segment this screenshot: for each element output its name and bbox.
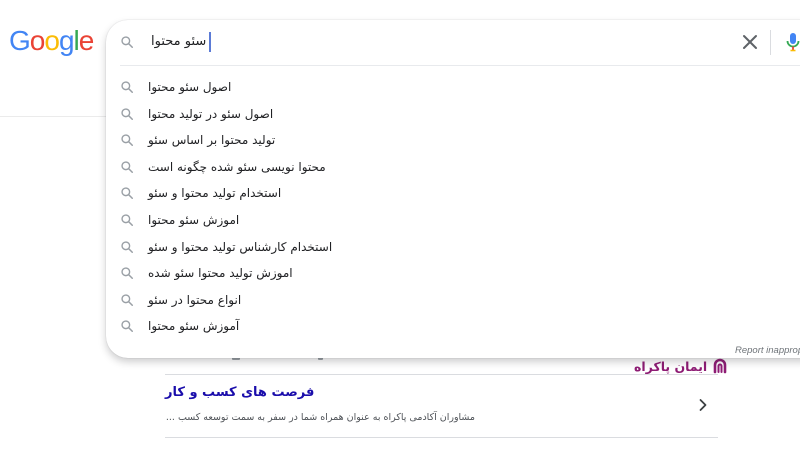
suggestion-text: استخدام کارشناس تولید محتوا و سئو <box>148 239 333 254</box>
suggestion-text: آموزش سئو محتوا <box>148 319 240 334</box>
logo-letter: g <box>58 25 75 56</box>
search-icon <box>121 36 134 49</box>
search-icon <box>121 134 134 147</box>
suggestion-text: استخدام تولید محتوا و سئو <box>148 186 282 201</box>
result-divider <box>165 437 718 438</box>
logo-letter: e <box>78 25 95 56</box>
search-autocomplete-panel: سئو محتوا اصول سئو محتوا اصول سئو در تول… <box>106 20 800 358</box>
suggestion-item[interactable]: محتوا نویسی سئو شده چگونه است <box>106 154 800 181</box>
brand-mark-icon <box>713 358 727 374</box>
search-icon <box>121 320 134 333</box>
search-icon <box>121 267 134 280</box>
search-input[interactable]: سئو محتوا <box>151 32 212 52</box>
suggestion-text: انواع محتوا در سئو <box>148 292 242 307</box>
suggestion-text: اموزش سئو محتوا <box>148 212 240 227</box>
close-icon[interactable] <box>742 34 758 50</box>
google-logo[interactable]: Google <box>9 25 95 56</box>
suggestion-item[interactable]: استخدام تولید محتوا و سئو <box>106 180 800 207</box>
suggestion-item[interactable]: آموزش سئو محتوا <box>106 313 800 340</box>
report-predictions-link[interactable]: Report inappropriate predictions <box>735 345 800 356</box>
result-source-brand[interactable]: ایمان پاکراه <box>634 357 729 375</box>
search-icon <box>121 161 134 173</box>
result-divider <box>165 374 718 375</box>
search-input-row[interactable]: سئو محتوا <box>106 20 800 65</box>
chevron-right-icon[interactable] <box>698 398 708 412</box>
suggestion-text: محتوا نویسی سئو شده چگونه است <box>148 159 326 174</box>
suggestion-item[interactable]: اصول سئو محتوا <box>106 74 800 101</box>
suggestions-list: اصول سئو محتوا اصول سئو در تولید محتوا ت… <box>106 74 800 340</box>
suggestion-text: اصول سئو محتوا <box>148 80 232 94</box>
suggestion-item[interactable]: اموزش سئو محتوا <box>106 207 800 234</box>
brand-name: ایمان پاکراه <box>634 358 708 374</box>
search-icon <box>121 81 134 94</box>
search-icon <box>121 187 134 200</box>
search-icon <box>121 214 134 226</box>
suggestion-item[interactable]: اصول سئو در تولید محتوا <box>106 101 800 128</box>
suggestion-item[interactable]: اموزش تولید محتوا سئو شده <box>106 260 800 287</box>
suggestion-item[interactable]: استخدام کارشناس تولید محتوا و سئو <box>106 234 800 261</box>
search-icon <box>121 107 134 120</box>
result-title-link[interactable]: فرصت های کسب و کار <box>165 385 314 400</box>
search-results-page: Google ایمان پاکراه فرصت های کسب و کار م… <box>0 0 800 450</box>
suggestion-item[interactable]: انواع محتوا در سئو <box>106 287 800 314</box>
result-snippet: مشاوران آکادمی پاکراه به عنوان همراه شما… <box>165 412 475 423</box>
search-icon <box>121 240 134 253</box>
input-divider <box>120 65 800 66</box>
logo-letter: o <box>44 25 60 56</box>
logo-letter: G <box>9 25 31 56</box>
suggestion-item[interactable]: تولید محتوا بر اساس سئو <box>106 127 800 154</box>
search-actions-divider <box>770 30 771 55</box>
logo-letter: o <box>29 25 46 56</box>
suggestion-text: اصول سئو در تولید محتوا <box>148 106 274 121</box>
suggestion-text: اموزش تولید محتوا سئو شده <box>148 266 293 281</box>
suggestion-text: تولید محتوا بر اساس سئو <box>148 133 276 148</box>
search-icon <box>121 294 134 306</box>
microphone-icon[interactable] <box>786 32 800 52</box>
